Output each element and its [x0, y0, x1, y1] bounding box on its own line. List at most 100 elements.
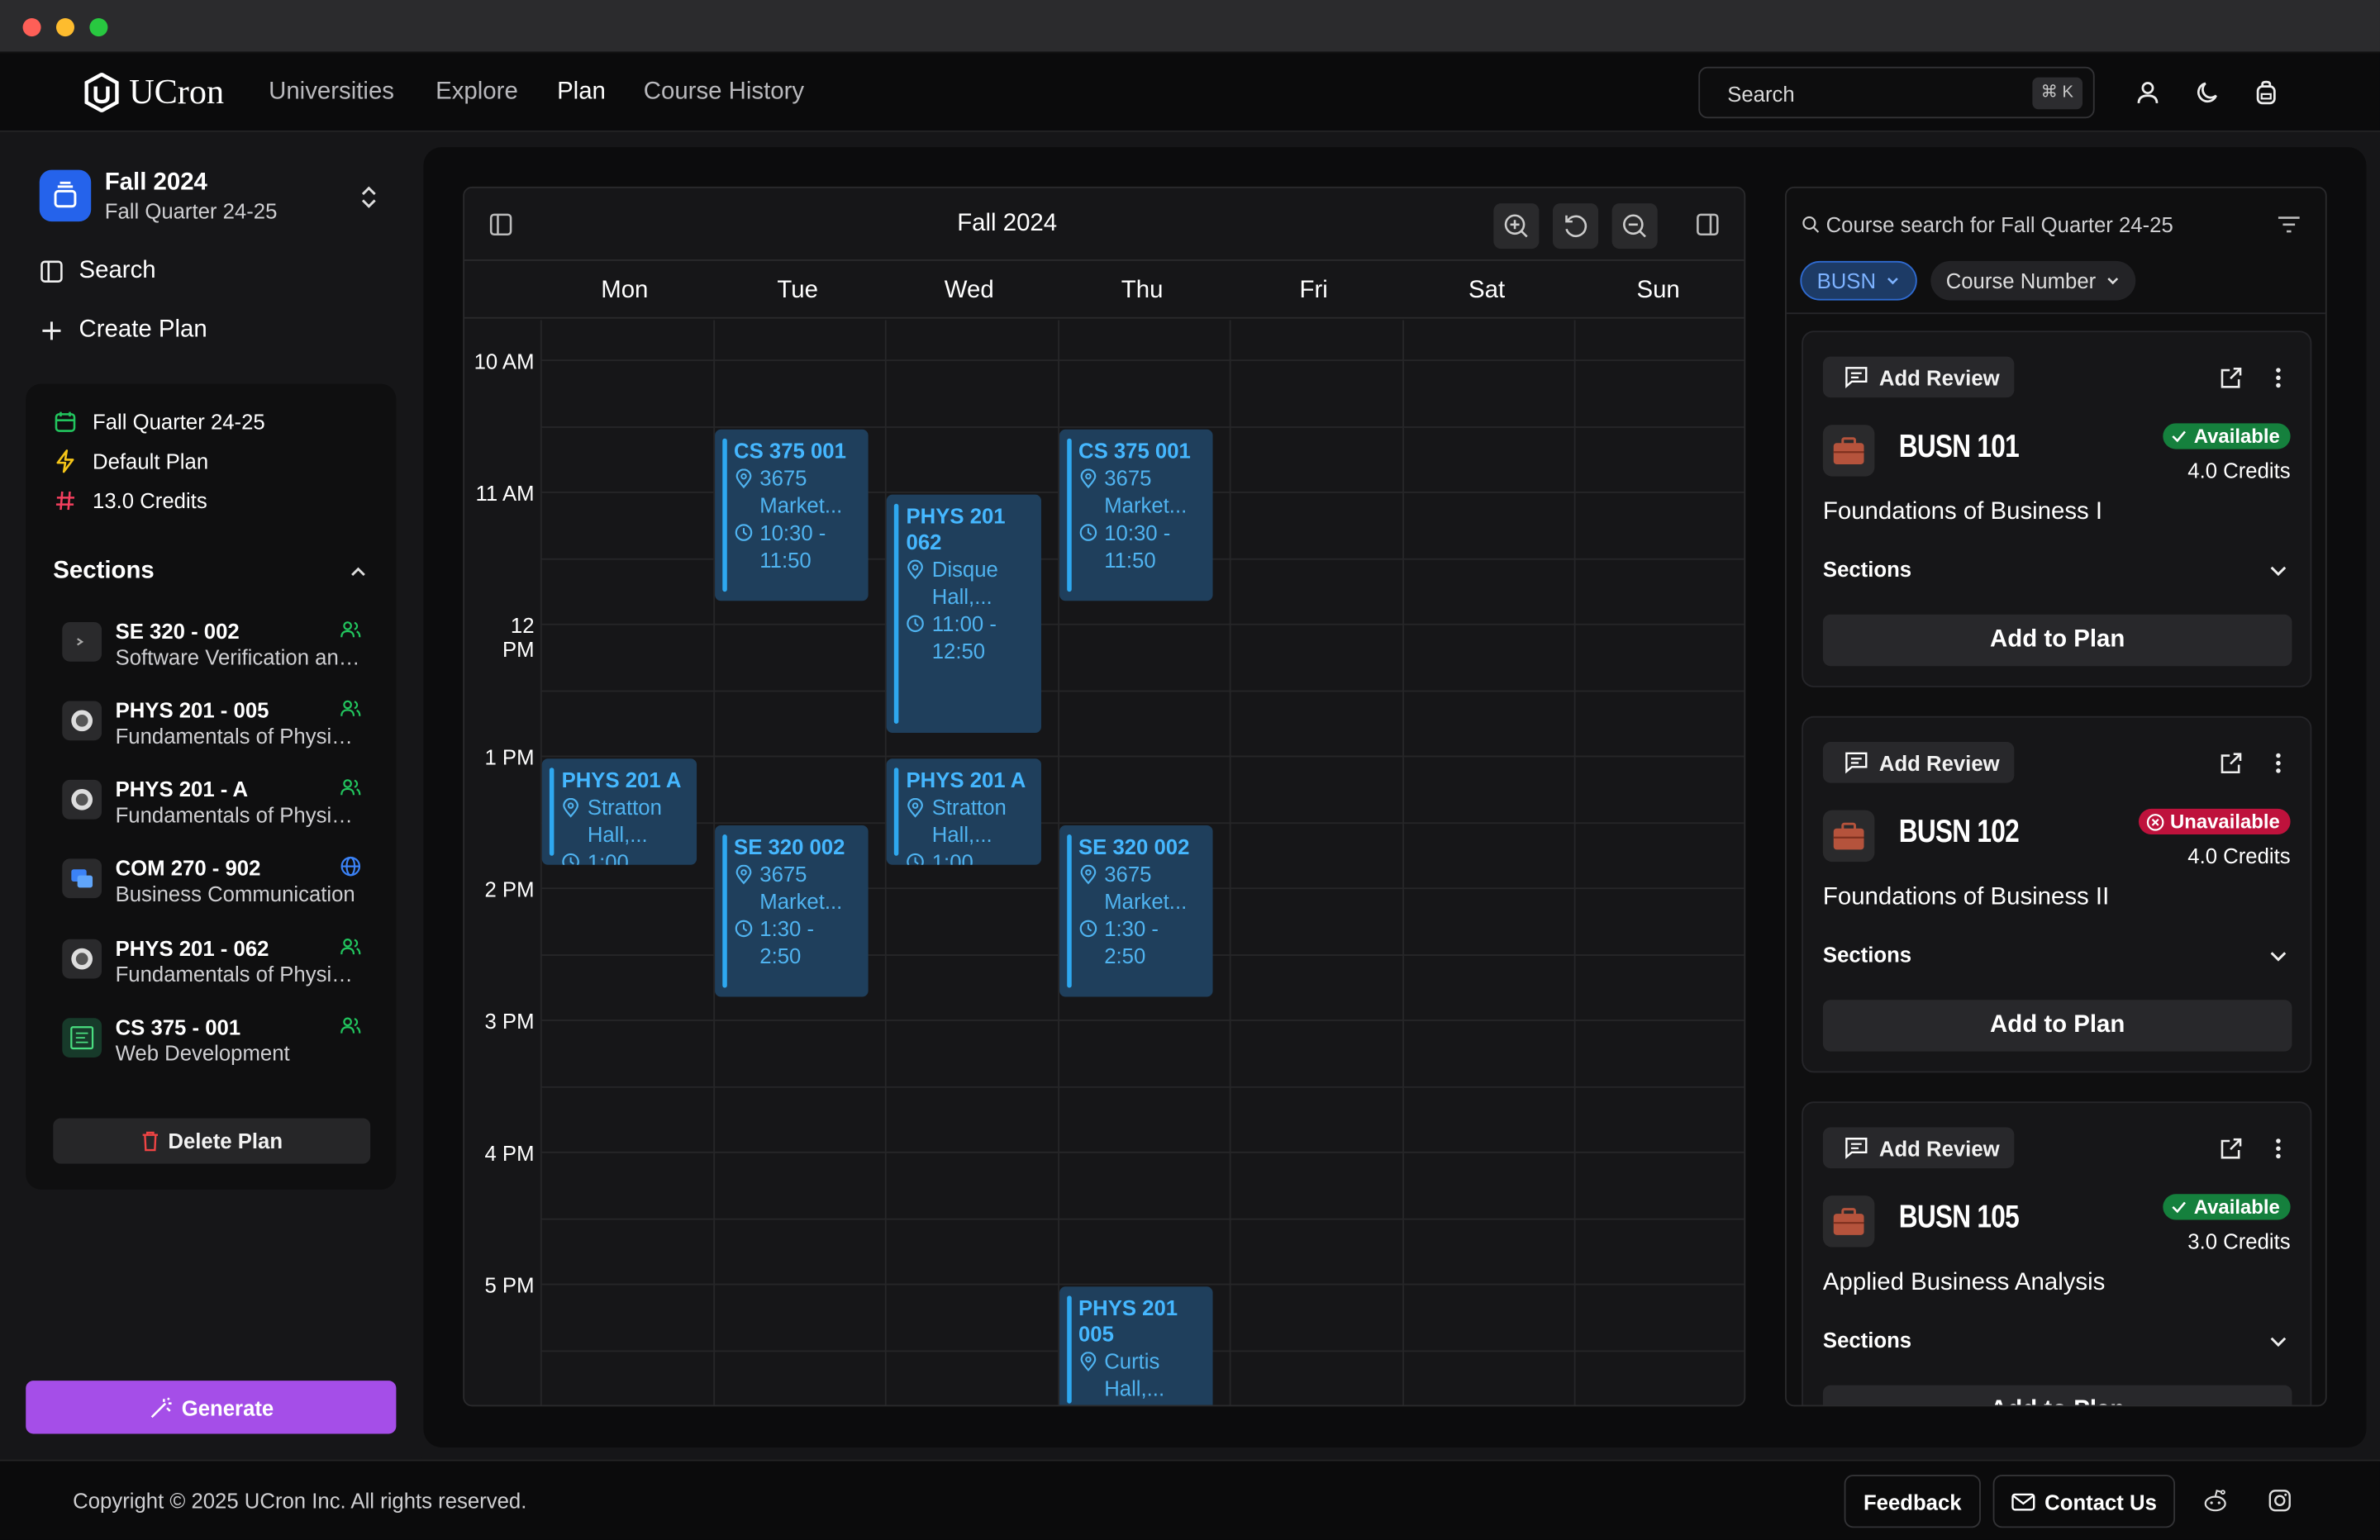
course-name: Applied Business Analysis — [1822, 1270, 2106, 1296]
event-title: PHYS 201 062 — [906, 503, 1006, 554]
create-plan-button[interactable]: Create Plan — [40, 316, 207, 346]
moon-icon[interactable] — [2195, 78, 2222, 106]
contact-us-button[interactable]: Contact Us — [1992, 1475, 2176, 1528]
course-credits: 4.0 Credits — [2187, 458, 2291, 482]
time-label: 2 PM — [484, 877, 535, 902]
event-time: 10:30 - 11:50 — [1078, 518, 1204, 573]
more-vertical-icon[interactable] — [2275, 1137, 2281, 1161]
section-name: PHYS 201 - 005 — [115, 697, 269, 723]
add-review-button[interactable]: Add Review — [1822, 1127, 2015, 1169]
nav-plan[interactable]: Plan — [557, 78, 606, 106]
message-square-icon — [1845, 752, 1868, 774]
more-vertical-icon[interactable] — [2275, 751, 2281, 775]
section-item[interactable]: CS 375 - 001 Web Development — [62, 1012, 365, 1072]
calendar-event[interactable]: CS 375 001 3675 Market... 10:30 - 11:50 — [1059, 428, 1213, 601]
search-placeholder: Search — [1727, 82, 1795, 107]
calendar-event[interactable]: SE 320 002 3675 Market... 1:30 - 2:50 — [714, 825, 869, 998]
event-time-text: 1:30 - 2:50 — [1104, 915, 1159, 967]
reset-zoom-button[interactable] — [1552, 203, 1599, 250]
map-pin-icon — [563, 798, 578, 818]
backpack-icon[interactable] — [2253, 78, 2280, 106]
calendar-grid[interactable]: 10 AM 11 AM 12 PM 1 PM 2 PM 3 PM 4 PM 5 PM CS 37… — [464, 320, 1745, 1405]
calendar-icon — [55, 411, 76, 432]
event-time-text: 1:00 — [931, 849, 973, 866]
feedback-button[interactable]: Feedback — [1844, 1475, 1981, 1528]
calendar-event[interactable]: PHYS 201 062 Disque Hall,... 11:00 - 12:50 — [886, 494, 1041, 734]
sections-toggle-label[interactable]: Sections — [1823, 557, 1911, 581]
sections-toggle-label[interactable]: Sections — [1823, 1328, 1911, 1352]
grid-hour-line — [540, 359, 1745, 362]
minimize-window-button[interactable] — [55, 18, 74, 37]
chevron-updown-icon[interactable] — [358, 185, 379, 209]
course-thumbnail — [1822, 425, 1875, 477]
add-review-button[interactable]: Add Review — [1822, 356, 2015, 398]
rotate-ccw-icon — [1565, 215, 1587, 237]
people-icon — [340, 939, 361, 955]
event-title: PHYS 201 A — [561, 768, 682, 792]
nav-course-history[interactable]: Course History — [644, 78, 804, 106]
chevron-down-icon[interactable] — [2268, 945, 2289, 967]
course-search-panel: Course search for Fall Quarter 24-25 BUS… — [1784, 186, 2327, 1407]
course-search-input[interactable]: Course search for Fall Quarter 24-25 — [1787, 188, 2325, 261]
generate-button[interactable]: Generate — [26, 1381, 397, 1434]
add-review-label: Add Review — [1878, 364, 2000, 390]
maximize-window-button[interactable] — [89, 18, 108, 37]
section-description: Fundamentals of Physics I — [115, 723, 363, 749]
chevron-down-icon[interactable] — [2268, 560, 2289, 582]
section-description: Fundamentals of Physics I — [115, 802, 363, 827]
section-item[interactable]: SE 320 - 002 Software Verification and V… — [62, 616, 365, 677]
people-icon — [340, 779, 361, 796]
filter-icon[interactable] — [2277, 216, 2301, 234]
section-item[interactable]: COM 270 - 902 Business Communication — [62, 853, 365, 913]
sections-header[interactable]: Sections — [53, 558, 370, 589]
event-location: Stratton Hall,... — [562, 794, 688, 848]
subject-filter-chip[interactable]: BUSN — [1800, 260, 1917, 301]
section-name: PHYS 201 - 062 — [115, 936, 269, 961]
course-search-placeholder: Course search for Fall Quarter 24-25 — [1825, 212, 2173, 237]
time-label: 3 PM — [484, 1009, 535, 1034]
add-review-button[interactable]: Add Review — [1822, 742, 2015, 783]
grid-column-line — [1402, 320, 1404, 1405]
course-thumbnail — [1822, 1195, 1875, 1248]
zoom-in-button[interactable] — [1493, 203, 1540, 250]
event-location-text: 3675 Market... — [759, 465, 843, 517]
close-window-button[interactable] — [22, 18, 41, 37]
user-icon[interactable] — [2134, 78, 2161, 106]
section-description: Business Communication — [115, 881, 355, 906]
section-description: Web Development — [115, 1040, 290, 1066]
section-item[interactable]: PHYS 201 - 062 Fundamentals of Physics I — [62, 933, 365, 993]
add-to-plan-button[interactable]: Add to Plan — [1822, 1385, 2292, 1405]
calendar-event[interactable]: PHYS 201 A Stratton Hall,... 1:00 — [886, 758, 1041, 866]
reddit-icon[interactable] — [2202, 1489, 2228, 1513]
add-to-plan-button[interactable]: Add to Plan — [1822, 614, 2292, 667]
zoom-out-button[interactable] — [1611, 203, 1658, 250]
sections-toggle-label[interactable]: Sections — [1823, 942, 1911, 966]
section-item[interactable]: PHYS 201 - 005 Fundamentals of Physics I — [62, 695, 365, 755]
toggle-right-panel-icon[interactable] — [1696, 212, 1720, 236]
availability-badge: Unavailable — [2138, 808, 2291, 835]
more-vertical-icon[interactable] — [2275, 366, 2281, 390]
course-number-filter-chip[interactable]: Course Number — [1930, 260, 2135, 301]
nav-universities[interactable]: Universities — [269, 78, 394, 106]
map-pin-icon — [1079, 468, 1096, 488]
sidebar-search-button[interactable]: Search — [40, 256, 156, 287]
instagram-icon[interactable] — [2268, 1489, 2292, 1513]
chevron-down-icon[interactable] — [2268, 1331, 2289, 1352]
plan-avatar[interactable] — [39, 169, 92, 222]
calendar-event[interactable]: PHYS 201 005Curtis Hall,... 5:00 — [1059, 1286, 1213, 1405]
add-to-plan-button[interactable]: Add to Plan — [1822, 1000, 2292, 1052]
course-number-filter-label: Course Number — [1945, 269, 2097, 293]
sections-title: Sections — [53, 558, 155, 585]
external-link-icon[interactable] — [2219, 366, 2243, 390]
external-link-icon[interactable] — [2219, 1137, 2243, 1161]
plan-subtitle: Fall Quarter 24-25 — [104, 198, 278, 223]
nav-explore[interactable]: Explore — [436, 78, 518, 106]
calendar-event[interactable]: SE 320 002 3675 Market... 1:30 - 2:50 — [1059, 825, 1213, 998]
external-link-icon[interactable] — [2219, 751, 2243, 775]
section-item[interactable]: PHYS 201 - A Fundamentals of Physics I — [62, 774, 365, 834]
calendar-event[interactable]: CS 375 001 3675 Market... 10:30 - 11:50 — [714, 428, 869, 601]
delete-plan-button[interactable]: Delete Plan — [53, 1118, 371, 1164]
calendar-event[interactable]: PHYS 201 A Stratton Hall,... 1:00 — [541, 758, 697, 866]
global-search-input[interactable]: Search ⌘ K — [1698, 66, 2095, 119]
app-logo[interactable]: UCron — [83, 71, 224, 113]
